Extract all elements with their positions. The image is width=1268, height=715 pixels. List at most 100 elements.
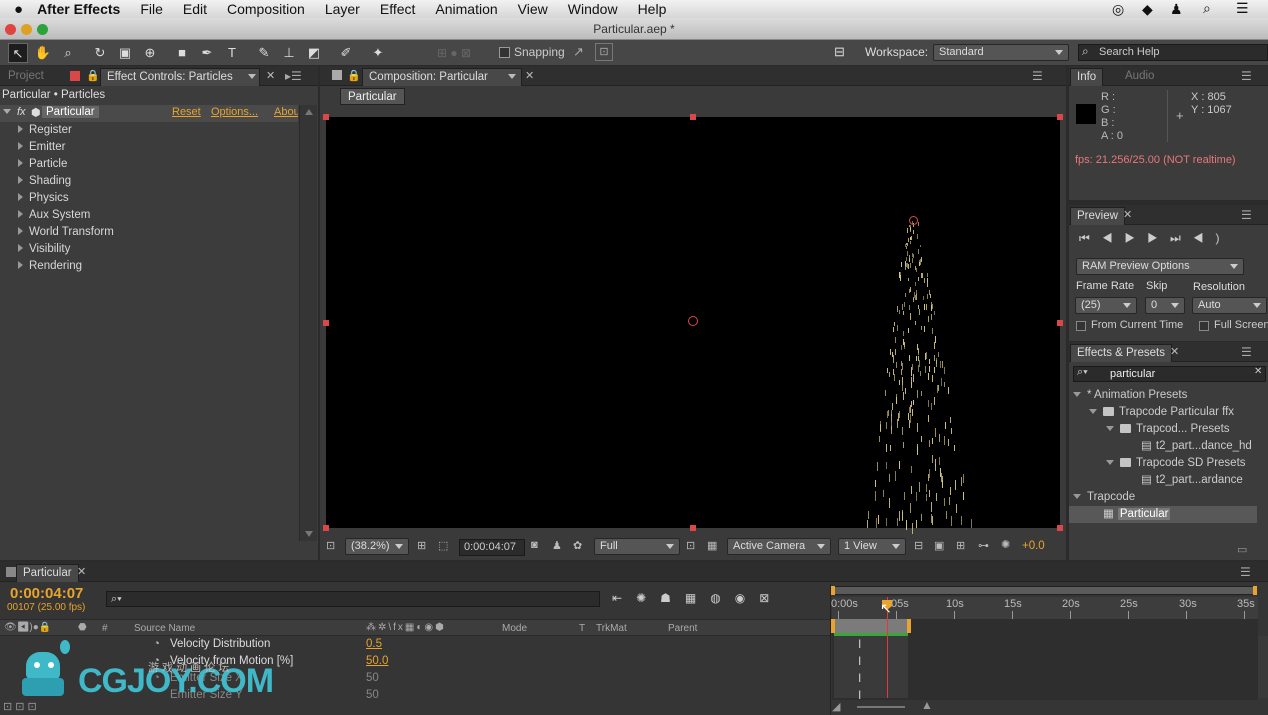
tab-timeline[interactable]: Particular (16, 564, 79, 582)
property-value[interactable]: 50 (366, 670, 379, 687)
transparency-grid-icon[interactable]: ▦ (707, 539, 717, 552)
stopwatch-icon[interactable]: ◔ (153, 636, 160, 653)
first-frame-icon[interactable]: ⏮ (1079, 231, 1102, 245)
group-visibility[interactable]: Visibility (0, 241, 298, 258)
audio-icon[interactable]: ◀) (1193, 231, 1232, 245)
time-navigator[interactable] (831, 586, 1257, 595)
current-time-field[interactable]: 0:00:04:07 (459, 539, 525, 556)
reset-exposure-icon[interactable]: ✺ (1001, 538, 1010, 551)
rotate-tool-icon[interactable]: ↻ (90, 43, 110, 63)
view-layout-dropdown[interactable]: 1 View (838, 538, 906, 555)
handle-mr[interactable] (1057, 320, 1063, 326)
region-of-interest-icon[interactable]: ⊡ (686, 539, 695, 552)
tree-t2-ardance[interactable]: ▤ t2_part...ardance (1141, 472, 1243, 489)
property-value[interactable]: 50.0 (366, 653, 388, 670)
property-row[interactable]: ◔ Velocity Distribution 0.5 (0, 636, 830, 653)
group-aux-system[interactable]: Aux System (0, 207, 298, 224)
info-menu-icon[interactable]: ☰ (1241, 69, 1252, 83)
snap-edges-icon[interactable]: ↗ (573, 44, 584, 60)
tab-composition[interactable]: Composition: Particular (362, 68, 522, 86)
snap-features-icon[interactable]: ⊡ (595, 43, 613, 61)
close-timeline-icon[interactable]: ✕ (77, 565, 86, 578)
pan-behind-tool-icon[interactable]: ⊕ (140, 43, 160, 63)
close-tab-icon[interactable]: ✕ (266, 69, 275, 82)
camera-tool-icon[interactable]: ▣ (115, 43, 135, 63)
always-preview-icon[interactable]: ⊡ (326, 539, 335, 552)
menu-edit[interactable]: Edit (183, 1, 207, 17)
handle-ml[interactable] (323, 320, 329, 326)
frame-rate-dropdown[interactable]: (25) (1075, 297, 1137, 314)
new-folder-icon[interactable]: ▭ (1237, 543, 1247, 556)
property-value[interactable]: 0.5 (366, 636, 382, 653)
timeline-search-input[interactable]: ⌕▾ (106, 591, 600, 607)
tab-preview[interactable]: Preview (1070, 207, 1125, 225)
group-rendering[interactable]: Rendering (0, 258, 298, 275)
effects-menu-icon[interactable]: ☰ (1241, 345, 1252, 359)
exposure-value[interactable]: +0.0 (1022, 540, 1045, 552)
comp-mini-flowchart-icon[interactable]: ⇤ (612, 591, 636, 605)
user-icon[interactable]: ♟ (1170, 1, 1183, 18)
resolution-dropdown[interactable]: Full (594, 538, 680, 555)
reset-link[interactable]: Reset (172, 106, 201, 118)
apple-icon[interactable]: ● (14, 1, 23, 18)
work-area-bar[interactable] (831, 619, 911, 633)
group-register[interactable]: Register (0, 122, 298, 139)
tree-trapcode-particular-ffx[interactable]: Trapcode Particular ffx (1089, 404, 1234, 421)
effect-name[interactable]: Particular (42, 106, 99, 118)
panel-menu-icon[interactable]: ▸☰ (285, 69, 302, 83)
effect-controls-scrollbar[interactable] (299, 105, 317, 541)
fast-previews-icon[interactable]: ▣ (934, 539, 944, 552)
search-help-input[interactable]: Search Help (1078, 44, 1268, 61)
handle-tc[interactable] (690, 114, 696, 120)
timeline-timecode[interactable]: 0:00:04:07 (10, 585, 83, 602)
tab-effects-presets[interactable]: Effects & Presets (1070, 344, 1172, 362)
full-screen-checkbox[interactable] (1199, 321, 1209, 331)
rectangle-tool-icon[interactable]: ■ (172, 43, 192, 63)
tree-trapcode[interactable]: Trapcode (1073, 489, 1135, 506)
text-tool-icon[interactable]: T (222, 43, 242, 63)
flowchart-icon[interactable]: ⊶ (978, 539, 989, 552)
dropbox-icon[interactable]: ◆ (1142, 1, 1153, 18)
keyframe-marker[interactable]: I (858, 654, 861, 668)
expand-effect-icon[interactable] (3, 109, 11, 114)
menu-window[interactable]: Window (568, 1, 618, 17)
property-value[interactable]: 50 (366, 687, 379, 698)
options-link[interactable]: Options... (211, 106, 258, 118)
group-emitter[interactable]: Emitter (0, 139, 298, 156)
comp-dropdown-icon[interactable] (508, 74, 516, 79)
draft-3d-icon[interactable]: ✺ (636, 591, 660, 605)
selection-tool-icon[interactable]: ↖ (8, 43, 28, 63)
menu-composition[interactable]: Composition (227, 1, 305, 17)
clear-search-icon[interactable]: ✕ (1254, 366, 1262, 377)
motion-blur-icon[interactable]: ◍ (710, 591, 734, 605)
group-shading[interactable]: Shading (0, 173, 298, 190)
ram-preview-dropdown[interactable]: RAM Preview Options (1076, 258, 1244, 275)
handle-br[interactable] (1057, 525, 1063, 531)
timeline-scrollbar[interactable] (1258, 636, 1268, 698)
puppet-tool-icon[interactable]: ✦ (368, 43, 388, 63)
roto-brush-tool-icon[interactable]: ✐ (336, 43, 356, 63)
tree-trapcode-sd-presets[interactable]: Trapcode SD Presets (1106, 455, 1246, 472)
timeline-menu-icon[interactable]: ☰ (1240, 565, 1251, 579)
brush-tool-icon[interactable]: ✎ (254, 43, 274, 63)
clone-stamp-tool-icon[interactable]: ⊥ (279, 43, 299, 63)
eraser-tool-icon[interactable]: ◩ (304, 43, 324, 63)
effects-search-input[interactable]: particular (1073, 366, 1266, 382)
zoom-in-icon[interactable]: ▲ (921, 698, 933, 712)
skip-dropdown[interactable]: 0 (1145, 297, 1185, 314)
anchor-point-icon[interactable] (688, 316, 698, 326)
next-frame-icon[interactable]: ▶ (1147, 231, 1170, 245)
mask-visibility-icon[interactable]: ⬚ (438, 539, 448, 552)
play-icon[interactable]: ▶ (1125, 231, 1148, 245)
last-frame-icon[interactable]: ⏭ (1170, 231, 1193, 245)
lock-icon[interactable]: 🔒 (86, 69, 100, 82)
menu-animation[interactable]: Animation (435, 1, 497, 17)
keyframe-marker[interactable]: I (858, 637, 861, 651)
zoom-out-icon[interactable]: ◢ (832, 700, 840, 713)
handle-tl[interactable] (323, 114, 329, 120)
group-physics[interactable]: Physics (0, 190, 298, 207)
spotlight-icon[interactable]: ⌕ (1203, 0, 1211, 17)
tab-info[interactable]: Info (1070, 68, 1104, 86)
comp-flowchart-label[interactable]: Particular (340, 88, 405, 105)
about-link[interactable]: Abou (274, 106, 298, 118)
